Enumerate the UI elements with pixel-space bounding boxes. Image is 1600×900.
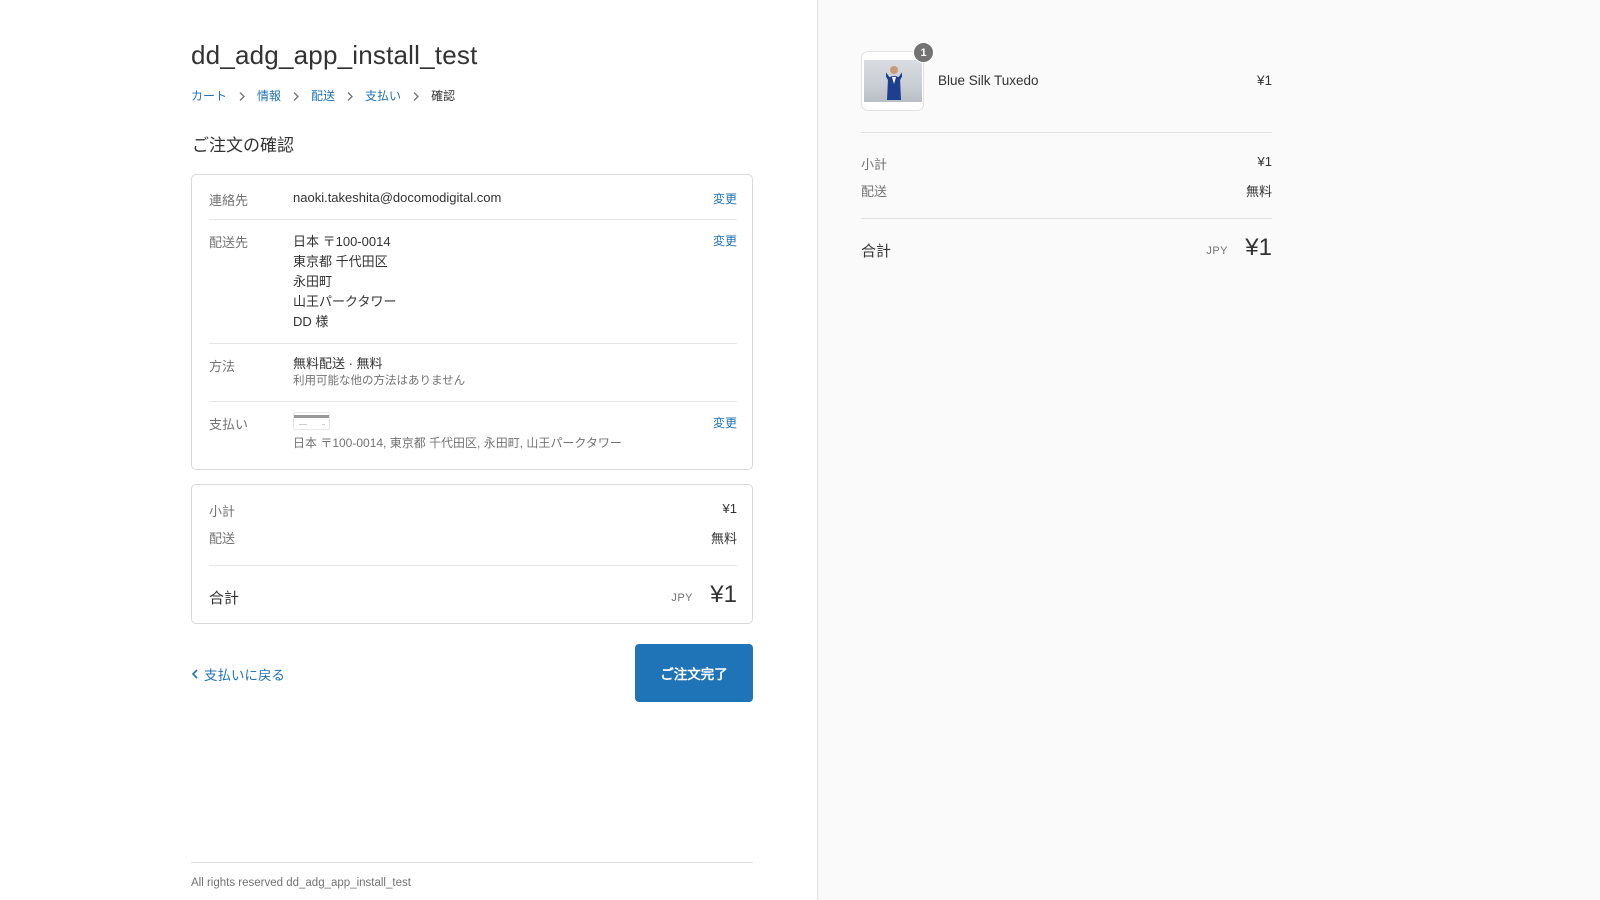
order-summary-content: 1 Blue Silk Tuxedo ¥1 小計 ¥1 配送 無料 合計 JPY… bbox=[861, 0, 1272, 900]
breadcrumb-payment[interactable]: 支払い bbox=[365, 87, 401, 104]
method-note: 利用可能な他の方法はありません bbox=[293, 375, 466, 387]
review-row-payment: 支払い 日本 〒100-0014, 東京都 千代田区, 永田町, 山王パークタワ… bbox=[209, 402, 737, 470]
payment-content: 日本 〒100-0014, 東京都 千代田区, 永田町, 山王パークタワー bbox=[293, 412, 622, 450]
total-value: ¥1 bbox=[710, 581, 737, 608]
section-title: ご注文の確認 bbox=[192, 136, 294, 155]
breadcrumb-cart[interactable]: カート bbox=[191, 87, 227, 104]
product-image bbox=[864, 60, 922, 102]
sidebar-total-value: ¥1 bbox=[1245, 234, 1272, 261]
method-label: 方法 bbox=[209, 359, 236, 374]
checkout-main: dd_adg_app_install_test カート 情報 配送 支払い 確認… bbox=[0, 0, 817, 900]
address-line: 山王パークタワー bbox=[293, 294, 397, 309]
breadcrumb-shipping[interactable]: 配送 bbox=[311, 87, 335, 104]
billing-address: 日本 〒100-0014, 東京都 千代田区, 永田町, 山王パークタワー bbox=[293, 436, 622, 450]
chevron-right-icon bbox=[411, 91, 421, 101]
order-summary-sidebar: 1 Blue Silk Tuxedo ¥1 小計 ¥1 配送 無料 合計 JPY… bbox=[817, 0, 1600, 900]
chevron-left-icon bbox=[191, 668, 201, 680]
sidebar-total-label: 合計 bbox=[861, 243, 892, 260]
chevron-right-icon bbox=[291, 91, 301, 101]
address-line: 日本 〒100-0014 bbox=[293, 234, 391, 249]
review-row-ship-to: 配送先 日本 〒100-0014 東京都 千代田区 永田町 山王パークタワー D… bbox=[209, 220, 737, 344]
address-line: 東京都 千代田区 bbox=[293, 254, 388, 269]
breadcrumb: カート 情報 配送 支払い 確認 bbox=[191, 87, 455, 104]
breadcrumb-information[interactable]: 情報 bbox=[257, 87, 281, 104]
product-name: Blue Silk Tuxedo bbox=[938, 73, 1039, 88]
total-row: 合計 JPY ¥1 bbox=[209, 581, 737, 611]
subtotal-value: ¥1 bbox=[722, 501, 737, 516]
product-price: ¥1 bbox=[1256, 73, 1272, 88]
footer-divider bbox=[191, 862, 753, 863]
back-to-payment-link[interactable]: 支払いに戻る bbox=[191, 664, 285, 684]
totals-divider bbox=[209, 565, 737, 566]
sidebar-currency-code: JPY bbox=[1206, 245, 1228, 257]
totals-box: 小計 ¥1 配送 無料 合計 JPY ¥1 bbox=[191, 484, 753, 624]
sidebar-subtotal-value: ¥1 bbox=[1257, 154, 1272, 169]
review-row-method: 方法 無料配送 · 無料 利用可能な他の方法はありません bbox=[209, 344, 737, 402]
shop-title[interactable]: dd_adg_app_install_test bbox=[191, 40, 478, 71]
ship-to-address: 日本 〒100-0014 東京都 千代田区 永田町 山王パークタワー DD 様 bbox=[293, 232, 396, 332]
change-contact-link[interactable]: 変更 bbox=[713, 190, 737, 207]
back-to-payment-label[interactable]: 支払いに戻る bbox=[204, 664, 285, 684]
sidebar-shipping-value: 無料 bbox=[1245, 184, 1272, 199]
shipping-value: 無料 bbox=[710, 531, 737, 546]
method-value: 無料配送 · 無料 bbox=[293, 356, 383, 371]
person-figure-icon bbox=[886, 66, 902, 100]
footer-text: All rights reserved dd_adg_app_install_t… bbox=[191, 877, 411, 889]
change-ship-to-link[interactable]: 変更 bbox=[713, 232, 737, 249]
total-label: 合計 bbox=[209, 590, 240, 607]
sidebar-subtotal-label: 小計 bbox=[861, 157, 888, 172]
review-row-contact: 連絡先 naoki.takeshita@docomodigital.com 変更 bbox=[209, 175, 737, 220]
chevron-right-icon bbox=[345, 91, 355, 101]
payment-label: 支払い bbox=[209, 417, 249, 432]
chevron-right-icon bbox=[237, 91, 247, 101]
subtotal-label: 小計 bbox=[209, 504, 236, 519]
quantity-badge: 1 bbox=[913, 42, 934, 63]
complete-order-button[interactable]: ご注文完了 bbox=[635, 644, 753, 702]
shipping-label: 配送 bbox=[209, 531, 236, 546]
contact-label: 連絡先 bbox=[209, 193, 249, 208]
checkout-main-content: dd_adg_app_install_test カート 情報 配送 支払い 確認… bbox=[191, 0, 753, 900]
currency-code: JPY bbox=[671, 592, 693, 604]
ship-to-label: 配送先 bbox=[209, 235, 249, 250]
address-line: 永田町 bbox=[293, 274, 333, 289]
credit-card-icon bbox=[293, 412, 330, 430]
review-box: 連絡先 naoki.takeshita@docomodigital.com 変更… bbox=[191, 174, 753, 470]
sidebar-divider bbox=[861, 132, 1272, 133]
change-payment-link[interactable]: 変更 bbox=[713, 414, 737, 431]
address-line: DD 様 bbox=[293, 314, 329, 329]
sidebar-shipping-label: 配送 bbox=[861, 184, 888, 199]
contact-value: naoki.takeshita@docomodigital.com bbox=[293, 190, 502, 205]
breadcrumb-review: 確認 bbox=[431, 89, 456, 103]
sidebar-divider bbox=[861, 218, 1272, 219]
method-content: 無料配送 · 無料 利用可能な他の方法はありません bbox=[293, 354, 465, 388]
product-thumbnail bbox=[861, 51, 924, 111]
